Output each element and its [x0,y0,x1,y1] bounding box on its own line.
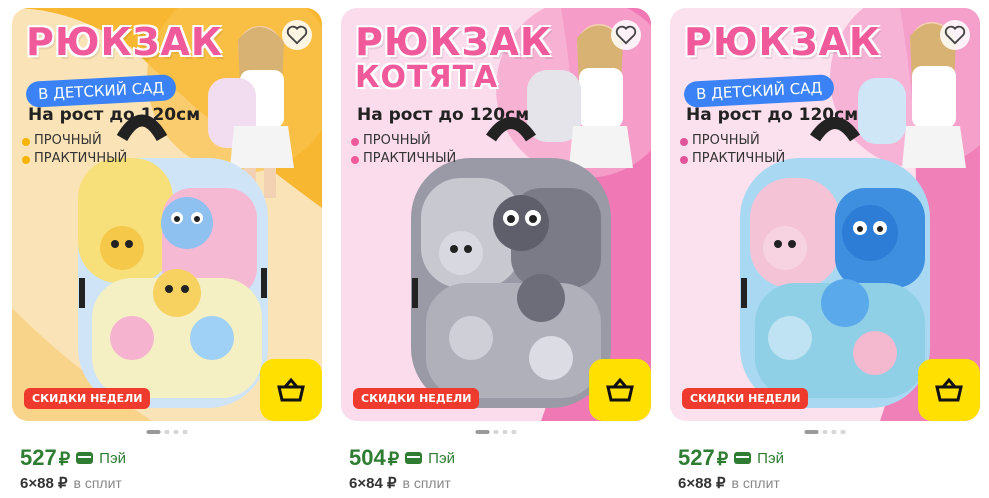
carousel-dot[interactable] [164,430,170,434]
product-title: РЮКЗАК [26,20,223,64]
card-icon [405,452,423,464]
favorite-button[interactable] [611,20,641,50]
feature-bullet: ПРОЧНЫЙ [351,133,431,148]
split-amount: 6×88 ₽ [20,475,68,492]
product-card[interactable]: РЮКЗАК В ДЕТСКИЙ САД На рост до 120см ПР… [670,8,980,492]
add-to-cart-button[interactable] [918,359,980,421]
product-image[interactable]: РЮКЗАК КОТЯТА На рост до 120см ПРОЧНЫЙ П… [341,8,651,421]
promo-badge: СКИДКИ НЕДЕЛИ [24,388,151,409]
product-card[interactable]: РЮКЗАК КОТЯТА На рост до 120см ПРОЧНЫЙ П… [341,8,651,492]
product-image[interactable]: РЮКЗАК В ДЕТСКИЙ САД На рост до 120см ПР… [12,8,322,421]
feature-bullet: ПРАКТИЧНЫЙ [679,151,786,166]
add-to-cart-button[interactable] [589,359,651,421]
carousel-dot[interactable] [493,430,499,434]
height-label: На рост до 120см [357,105,530,125]
add-to-cart-button[interactable] [260,359,322,421]
carousel-dot[interactable] [831,430,837,434]
carousel-dot[interactable] [182,430,188,434]
basket-icon [277,377,305,402]
favorite-button[interactable] [940,20,970,50]
split-amount: 6×88 ₽ [678,475,726,492]
carousel-dot[interactable] [173,430,179,434]
split-row[interactable]: 6×88 ₽ в сплит [678,474,780,492]
split-row[interactable]: 6×84 ₽ в сплит [349,474,451,492]
pay-label: Пэй [757,449,784,467]
feature-bullet: ПРАКТИЧНЫЙ [350,151,457,166]
price-row: 527 ₽ Пэй [678,445,784,471]
pay-label: Пэй [99,449,126,467]
product-image[interactable]: РЮКЗАК В ДЕТСКИЙ САД На рост до 120см ПР… [670,8,980,421]
price-row: 504 ₽ Пэй [349,445,455,471]
product-title: РЮКЗАК [355,20,552,64]
split-label: в сплит [402,475,451,491]
carousel-dot[interactable] [511,430,517,434]
promo-badge: СКИДКИ НЕДЕЛИ [682,388,809,409]
price-row: 527 ₽ Пэй [20,445,126,471]
basket-icon [935,377,963,402]
split-label: в сплит [731,475,780,491]
product-title: РЮКЗАК [684,20,881,64]
height-label: На рост до 120см [686,105,859,125]
carousel-dot[interactable] [475,430,490,434]
price: 504 ₽ [349,445,400,470]
split-amount: 6×84 ₽ [349,475,397,492]
feature-bullet: ПРОЧНЫЙ [22,133,102,148]
card-icon [76,452,94,464]
heart-outline-icon [286,25,308,45]
feature-bullet: ПРАКТИЧНЫЙ [21,151,128,166]
promo-badge: СКИДКИ НЕДЕЛИ [353,388,480,409]
product-card[interactable]: РЮКЗАК В ДЕТСКИЙ САД На рост до 120см ПР… [12,8,322,492]
height-label: На рост до 120см [28,105,201,125]
carousel-dot[interactable] [804,430,819,434]
carousel-dots[interactable] [146,430,188,434]
carousel-dot[interactable] [146,430,161,434]
carousel-dot[interactable] [840,430,846,434]
split-label: в сплит [73,475,122,491]
basket-icon [606,377,634,402]
carousel-dots[interactable] [804,430,846,434]
card-icon [734,452,752,464]
feature-bullet: ПРОЧНЫЙ [680,133,760,148]
carousel-dot[interactable] [502,430,508,434]
price: 527 ₽ [20,445,71,470]
price: 527 ₽ [678,445,729,470]
carousel-dot[interactable] [822,430,828,434]
pay-label: Пэй [428,449,455,467]
carousel-dots[interactable] [475,430,517,434]
product-subtitle: КОТЯТА [355,60,499,95]
split-row[interactable]: 6×88 ₽ в сплит [20,474,122,492]
heart-outline-icon [944,25,966,45]
favorite-button[interactable] [282,20,312,50]
heart-outline-icon [615,25,637,45]
